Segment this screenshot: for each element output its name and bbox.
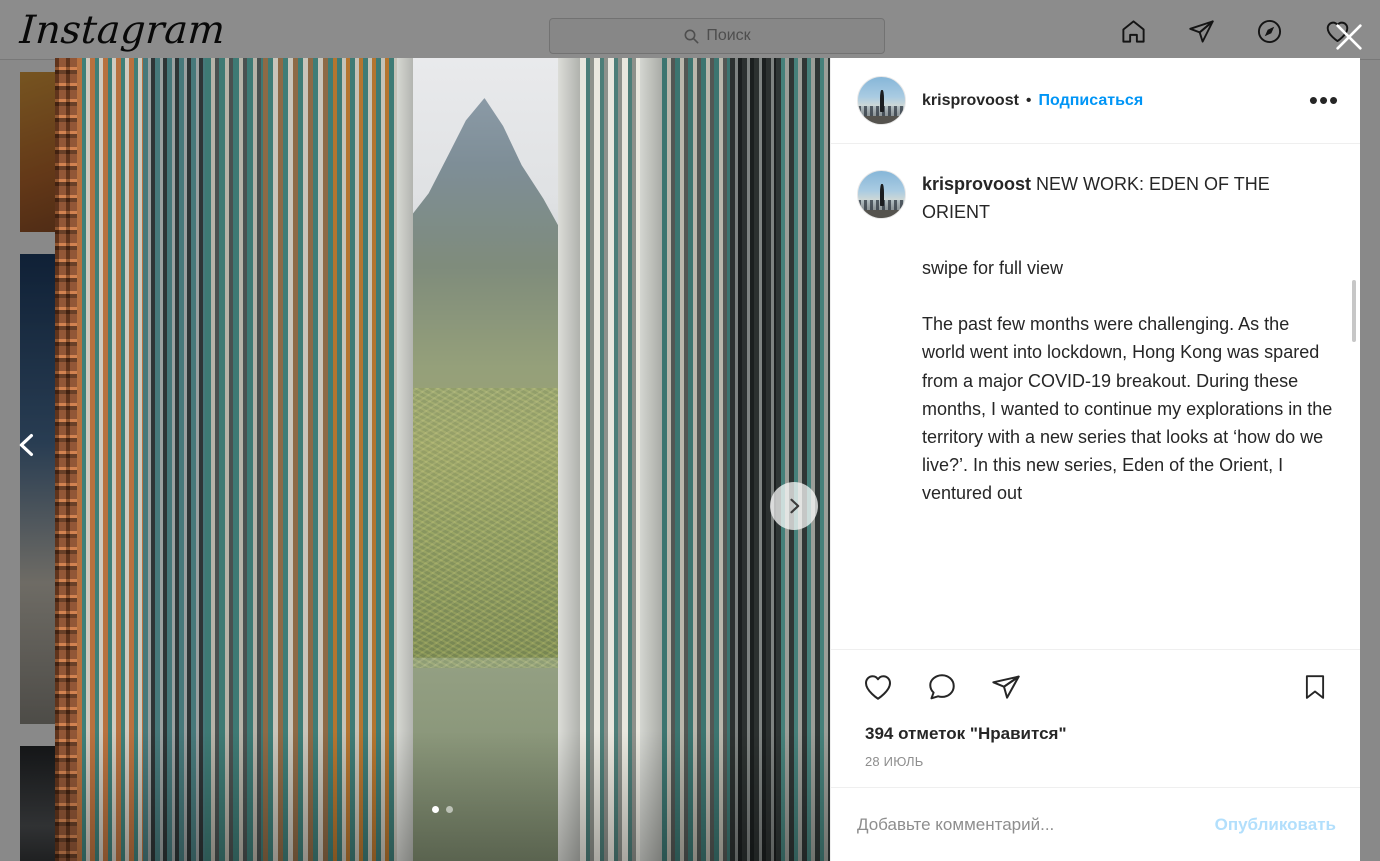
avatar-ground [858, 209, 905, 218]
avatar[interactable] [857, 76, 906, 125]
post-details-pane: krisprovoost • Подписаться ••• krisprovo… [830, 58, 1360, 861]
avatar-figure [880, 184, 884, 206]
previous-post-button[interactable] [6, 424, 48, 466]
avatar-ground [858, 115, 905, 124]
caption-swipe-line: swipe for full view [922, 258, 1064, 279]
photo-building [558, 58, 580, 861]
bookmark-icon[interactable] [1292, 664, 1338, 710]
publish-comment-button[interactable]: Опубликовать [1201, 815, 1336, 835]
carousel-dot-active[interactable] [432, 806, 439, 813]
heart-icon[interactable] [855, 664, 901, 710]
instagram-post-modal-page: Instagram Поиск krisprovoost • Подписать… [0, 0, 1380, 861]
likes-count[interactable]: 394 отметок "Нравится" [865, 724, 1338, 744]
post-header-text: krisprovoost • Подписаться [922, 92, 1304, 110]
more-options-icon[interactable]: ••• [1304, 81, 1344, 121]
post-header: krisprovoost • Подписаться ••• [831, 58, 1360, 144]
photo-building [205, 58, 263, 861]
caption-area[interactable]: krisprovoost NEW WORK: EDEN OF THE ORIEN… [831, 144, 1360, 649]
action-row [855, 664, 1338, 710]
next-photo-button[interactable] [770, 482, 818, 530]
caption-first-line: krisprovoost NEW WORK: EDEN OF THE ORIEN… [922, 170, 1336, 226]
carousel-dots [55, 806, 830, 813]
post-modal: krisprovoost • Подписаться ••• krisprovo… [55, 58, 1360, 861]
caption-body-text: The past few months were challenging. As… [922, 314, 1333, 503]
photo-building [333, 58, 397, 861]
caption-row: krisprovoost NEW WORK: EDEN OF THE ORIEN… [857, 170, 1336, 507]
close-icon[interactable] [1326, 14, 1372, 60]
follow-button[interactable]: Подписаться [1039, 92, 1144, 110]
photo-building [662, 58, 730, 861]
carousel-dot[interactable] [446, 806, 453, 813]
post-actions: 394 отметок "Нравится" 28 июль [831, 649, 1360, 787]
photo-building [580, 58, 640, 861]
photo-building [263, 58, 333, 861]
avatar[interactable] [857, 170, 906, 219]
photo-mountain-texture [407, 388, 562, 668]
post-date: 28 июль [865, 754, 924, 769]
caption-username[interactable]: krisprovoost [922, 174, 1031, 194]
action-buttons-left [855, 664, 1029, 710]
photo-building [143, 58, 205, 861]
share-paper-plane-icon[interactable] [983, 664, 1029, 710]
photo-building [77, 58, 143, 861]
avatar-figure [880, 90, 884, 112]
header-separator: • [1025, 91, 1032, 109]
post-photo[interactable] [55, 58, 830, 861]
photo-building [55, 58, 77, 861]
caption-scrollbar[interactable] [1352, 152, 1358, 641]
photo-building [730, 58, 776, 861]
photo-building [776, 58, 830, 861]
caption-body: krisprovoost NEW WORK: EDEN OF THE ORIEN… [922, 170, 1336, 507]
caption-avatar-wrap [857, 170, 906, 507]
comment-input[interactable] [857, 814, 1201, 835]
photo-building [640, 58, 662, 861]
comment-form: Опубликовать [831, 787, 1360, 861]
photo-building [397, 58, 413, 861]
comment-bubble-icon[interactable] [919, 664, 965, 710]
caption-scrollbar-thumb[interactable] [1352, 280, 1356, 342]
post-author-username[interactable]: krisprovoost [922, 92, 1019, 110]
